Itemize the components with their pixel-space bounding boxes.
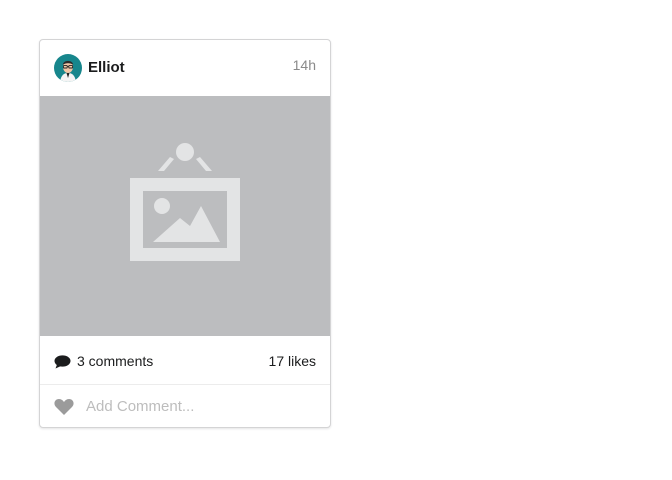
author-name[interactable]: Elliot — [88, 59, 125, 76]
heart-icon[interactable] — [54, 398, 74, 415]
comment-icon — [54, 355, 71, 369]
post-header: Elliot 14h — [40, 40, 330, 96]
avatar-image — [54, 54, 82, 82]
post-image[interactable] — [40, 96, 330, 336]
post-time: 14h — [292, 57, 316, 73]
comments-link[interactable]: 3 comments — [54, 353, 153, 369]
likes-count[interactable]: 17 likes — [269, 353, 316, 369]
add-comment-input[interactable] — [86, 395, 314, 417]
post-card: Elliot 14h 3 comments 17 likes — [39, 39, 331, 428]
image-placeholder-icon — [130, 143, 240, 261]
comments-count: 3 comments — [77, 353, 154, 369]
post-stats: 3 comments 17 likes — [40, 336, 330, 385]
avatar[interactable] — [54, 54, 82, 82]
add-comment-row — [40, 385, 330, 427]
